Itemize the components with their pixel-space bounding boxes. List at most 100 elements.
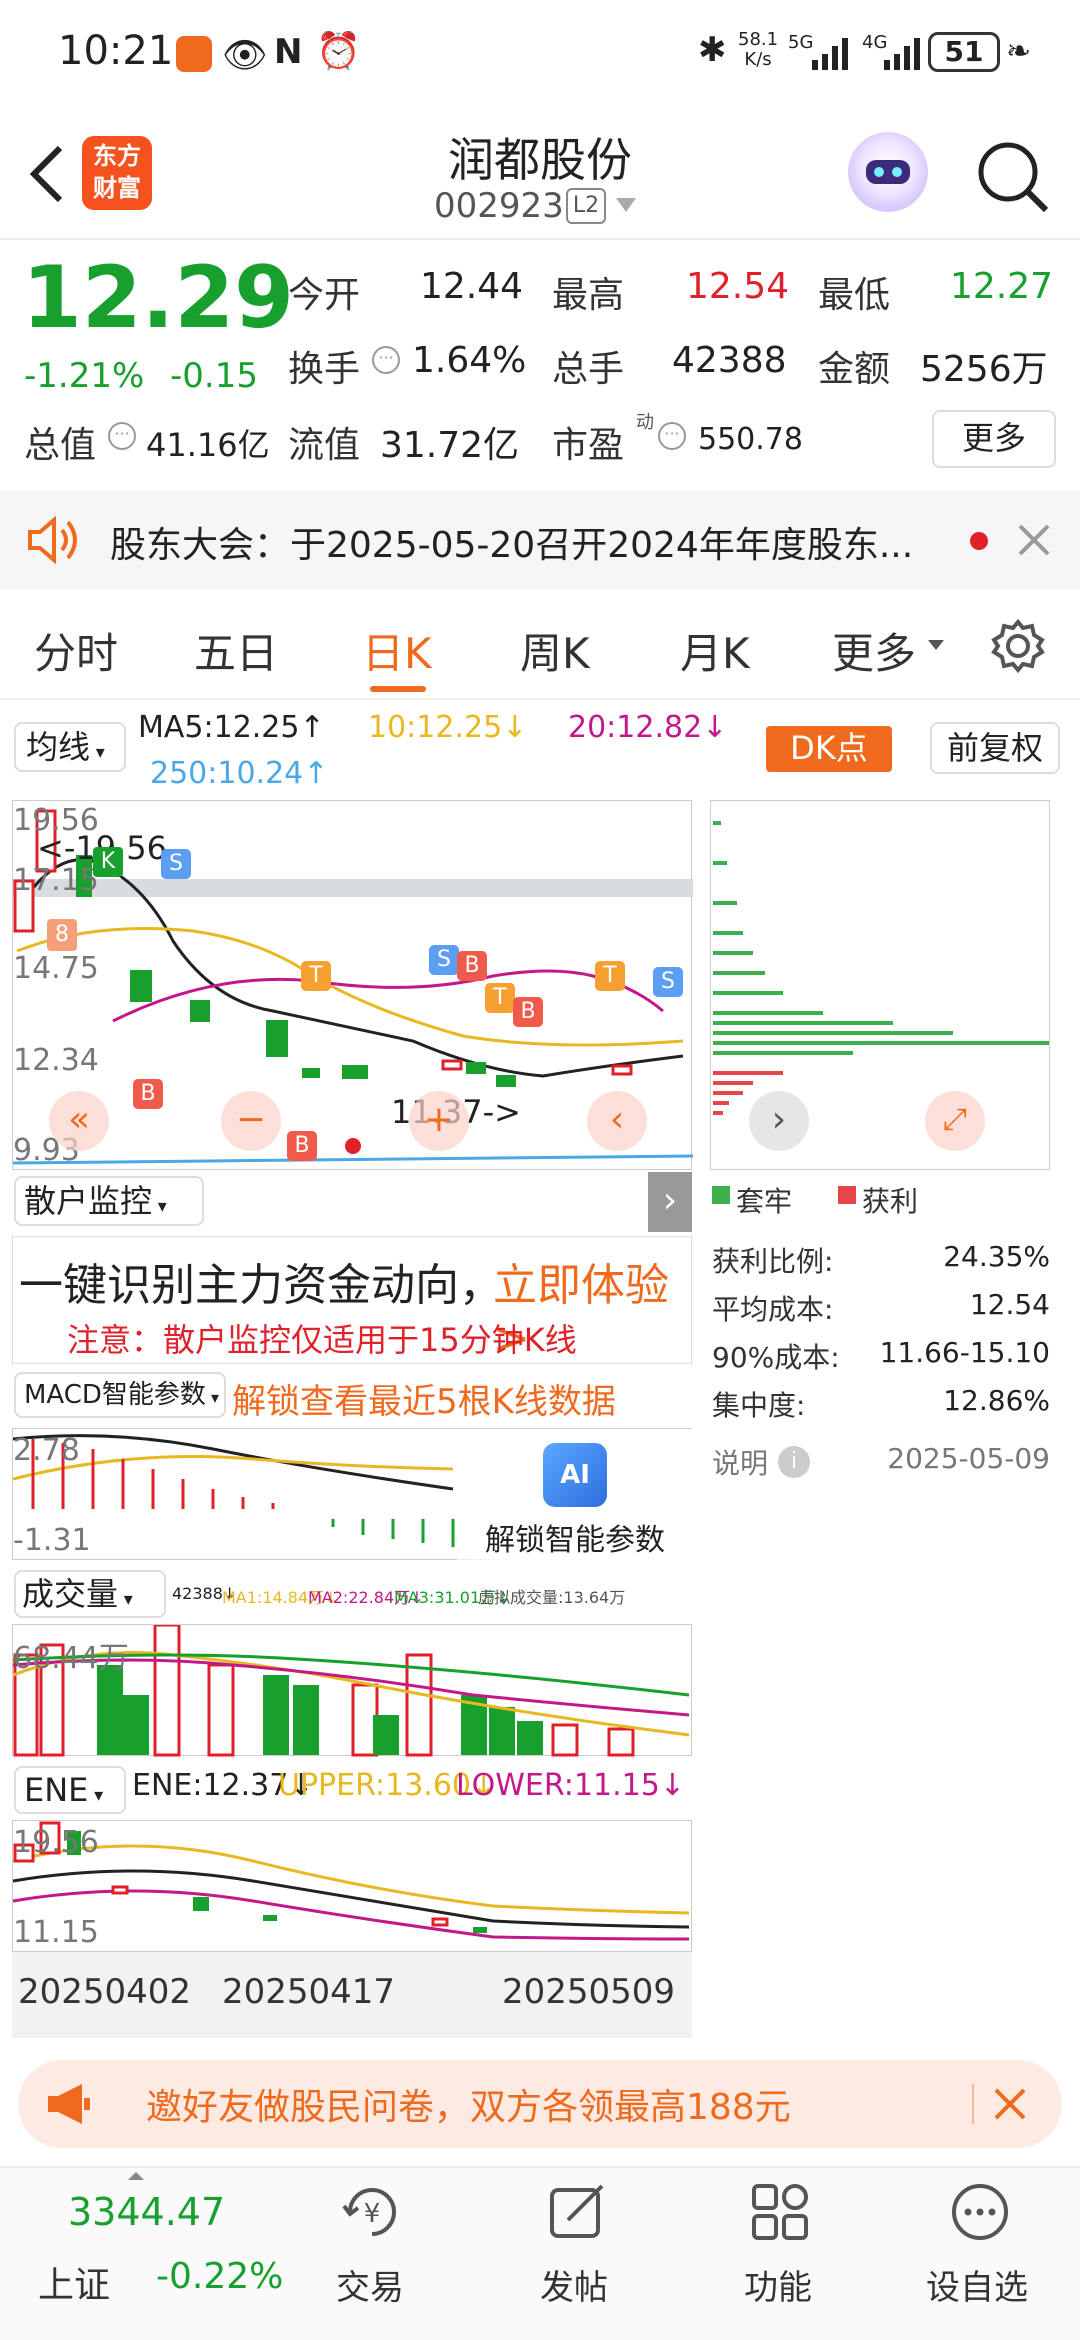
tab-monthly-k[interactable]: 月K — [680, 620, 750, 681]
quote-panel: 12.29 -1.21% -0.15 今开 12.44 最高 12.54 最低 … — [0, 240, 1080, 490]
ene-selector[interactable]: ENE ▾ — [14, 1766, 126, 1814]
macd-unlock-link[interactable]: 解锁查看最近5根K线数据 — [232, 1374, 616, 1423]
leaf-icon: ❧ — [1006, 34, 1032, 69]
gear-icon[interactable] — [990, 618, 1046, 674]
promo-banner[interactable]: 邀好友做股民问卷，双方各领最高188元 — [18, 2060, 1062, 2148]
expand-right-icon[interactable]: › — [749, 1091, 809, 1151]
price-band — [13, 879, 693, 897]
date-label-mid: 20250417 — [222, 1972, 396, 2012]
sell-signal-marker[interactable]: S — [653, 967, 683, 997]
volume-value: 42388 — [672, 340, 787, 381]
scroll-left-icon[interactable]: ‹ — [587, 1091, 647, 1151]
signal-8-marker: 8 — [47, 919, 77, 951]
volume-chart[interactable]: 68.44万 — [12, 1623, 692, 1757]
chip-distribution-chart[interactable]: › ⤢ — [710, 800, 1050, 1170]
volume-selector[interactable]: 成交量 ▾ — [14, 1570, 166, 1618]
info-dots-icon[interactable]: ··· — [372, 346, 400, 374]
ene-chart[interactable]: 19.56 11.15 — [12, 1820, 692, 1952]
signal-icon-2 — [884, 38, 924, 70]
index-change[interactable]: -0.22% — [156, 2256, 283, 2297]
volume-selector-label: 成交量 — [22, 1575, 119, 1613]
close-icon[interactable] — [1014, 520, 1054, 560]
tab-intraday[interactable]: 分时 — [34, 620, 118, 681]
info-dots-icon[interactable]: ··· — [108, 422, 136, 450]
app-notification-icon — [176, 36, 212, 72]
profit-ratio-value: 24.35% — [943, 1240, 1050, 1273]
ai-unlock-overlay[interactable]: AI 解锁智能参数 — [457, 1429, 693, 1561]
y-label-2: 17.15 — [13, 863, 99, 898]
pe-label: 市盈 — [552, 425, 625, 466]
retail-monitor-banner[interactable]: 一键识别主力资金动向， 立即体验> 注意：散户监控仅适用于15分钟K线 — [12, 1236, 692, 1364]
avg-cost-value: 12.54 — [969, 1288, 1050, 1321]
t-signal-marker[interactable]: T — [485, 983, 515, 1013]
notice-text: 股东大会：于2025-05-20召开2024年年度股东... — [110, 525, 914, 566]
add-watchlist-icon[interactable] — [948, 2180, 1012, 2244]
macd-selector-label: MACD智能参数 — [24, 1380, 206, 1410]
nav-add-watchlist[interactable]: 设自选 — [926, 2260, 1028, 2309]
virtual-volume: 虚拟成交量:13.64万 — [478, 1588, 626, 1607]
buy-signal-marker[interactable]: B — [287, 1131, 317, 1161]
zoom-out-icon[interactable]: − — [221, 1091, 281, 1151]
sell-signal-marker[interactable]: S — [161, 849, 191, 879]
chevron-down-icon[interactable] — [616, 198, 636, 212]
retail-monitor-selector[interactable]: 散户监控 ▾ — [14, 1176, 204, 1226]
legend-swatch-trapped — [712, 1186, 730, 1204]
candlestick-chart[interactable]: 19.56 <-19.56 17.15 14.75 12.34 9.93 11.… — [12, 800, 694, 1170]
macd-bottom-label: -1.31 — [13, 1523, 91, 1558]
index-value[interactable]: 3344.47 — [68, 2190, 225, 2234]
nav-post[interactable]: 发帖 — [540, 2260, 608, 2309]
ai-unlock-label: 解锁智能参数 — [485, 1523, 665, 1558]
pe-dynamic-sup: 动 — [636, 412, 654, 433]
nav-functions[interactable]: 功能 — [744, 2260, 812, 2309]
collapse-panel-icon[interactable]: › — [648, 1172, 692, 1232]
macd-selector[interactable]: MACD智能参数 ▾ — [14, 1372, 226, 1418]
notice-bar[interactable]: 股东大会：于2025-05-20召开2024年年度股东... — [0, 490, 1080, 590]
buy-signal-marker[interactable]: B — [513, 997, 543, 1027]
chevron-up-icon[interactable] — [128, 2172, 144, 2180]
dk-point-button[interactable]: DK点 — [766, 726, 892, 772]
adjust-mode-button[interactable]: 前复权 — [930, 722, 1060, 774]
nfc-icon: N — [274, 32, 303, 72]
speaker-icon — [24, 514, 80, 566]
robot-assistant-icon[interactable] — [848, 132, 928, 212]
macd-chart[interactable]: 2.78 -1.31 AI 解锁智能参数 — [12, 1428, 693, 1561]
stock-code: 002923 — [434, 186, 564, 226]
unread-dot — [970, 532, 988, 550]
high-label: 最高 — [552, 275, 625, 316]
close-icon[interactable] — [990, 2084, 1030, 2124]
buy-signal-marker[interactable]: B — [457, 951, 487, 981]
tab-five-day[interactable]: 五日 — [194, 620, 278, 681]
scroll-left-fast-icon[interactable]: « — [49, 1091, 109, 1151]
date-label-start: 20250402 — [18, 1972, 192, 2012]
chevron-down-icon[interactable] — [928, 640, 944, 650]
index-name[interactable]: 上证 — [38, 2256, 110, 2308]
period-tabs: 分时 五日 日K 周K 月K 更多 — [0, 590, 1080, 700]
buy-signal-marker[interactable]: B — [133, 1079, 163, 1109]
fullscreen-icon[interactable]: ⤢ — [925, 1091, 985, 1151]
search-icon[interactable] — [974, 138, 1054, 218]
zoom-in-icon[interactable]: + — [409, 1091, 469, 1151]
ene-selector-label: ENE — [24, 1771, 89, 1809]
chip-date: 2025-05-09 — [887, 1442, 1050, 1475]
ma-selector[interactable]: 均线 ▾ — [14, 722, 126, 772]
ene-bottom-label: 11.15 — [13, 1915, 99, 1950]
alarm-icon: ⏰ — [316, 31, 361, 72]
volume-top-label: 68.44万 — [13, 1641, 129, 1676]
edit-post-icon[interactable] — [546, 2180, 610, 2244]
tab-daily-k[interactable]: 日K — [362, 620, 432, 681]
legend-swatch-profit — [838, 1186, 856, 1204]
t-signal-marker[interactable]: T — [301, 961, 331, 991]
turnover-value: 1.64% — [412, 340, 527, 381]
yuan-trade-icon[interactable]: ¥ — [340, 2180, 404, 2244]
info-dots-icon[interactable]: ··· — [658, 422, 686, 450]
level2-badge[interactable]: L2 — [566, 188, 606, 224]
tab-weekly-k[interactable]: 周K — [520, 620, 590, 681]
more-button[interactable]: 更多 — [932, 410, 1056, 468]
grid-functions-icon[interactable] — [748, 2180, 812, 2244]
t-signal-marker[interactable]: T — [595, 961, 625, 991]
eye-icon: 👁 — [222, 35, 268, 76]
sell-signal-marker[interactable]: S — [429, 945, 459, 975]
nav-trade[interactable]: 交易 — [336, 2260, 404, 2309]
stock-header: 东方 财富 润都股份 002923 L2 — [0, 110, 1080, 240]
tab-more[interactable]: 更多 — [832, 620, 916, 681]
